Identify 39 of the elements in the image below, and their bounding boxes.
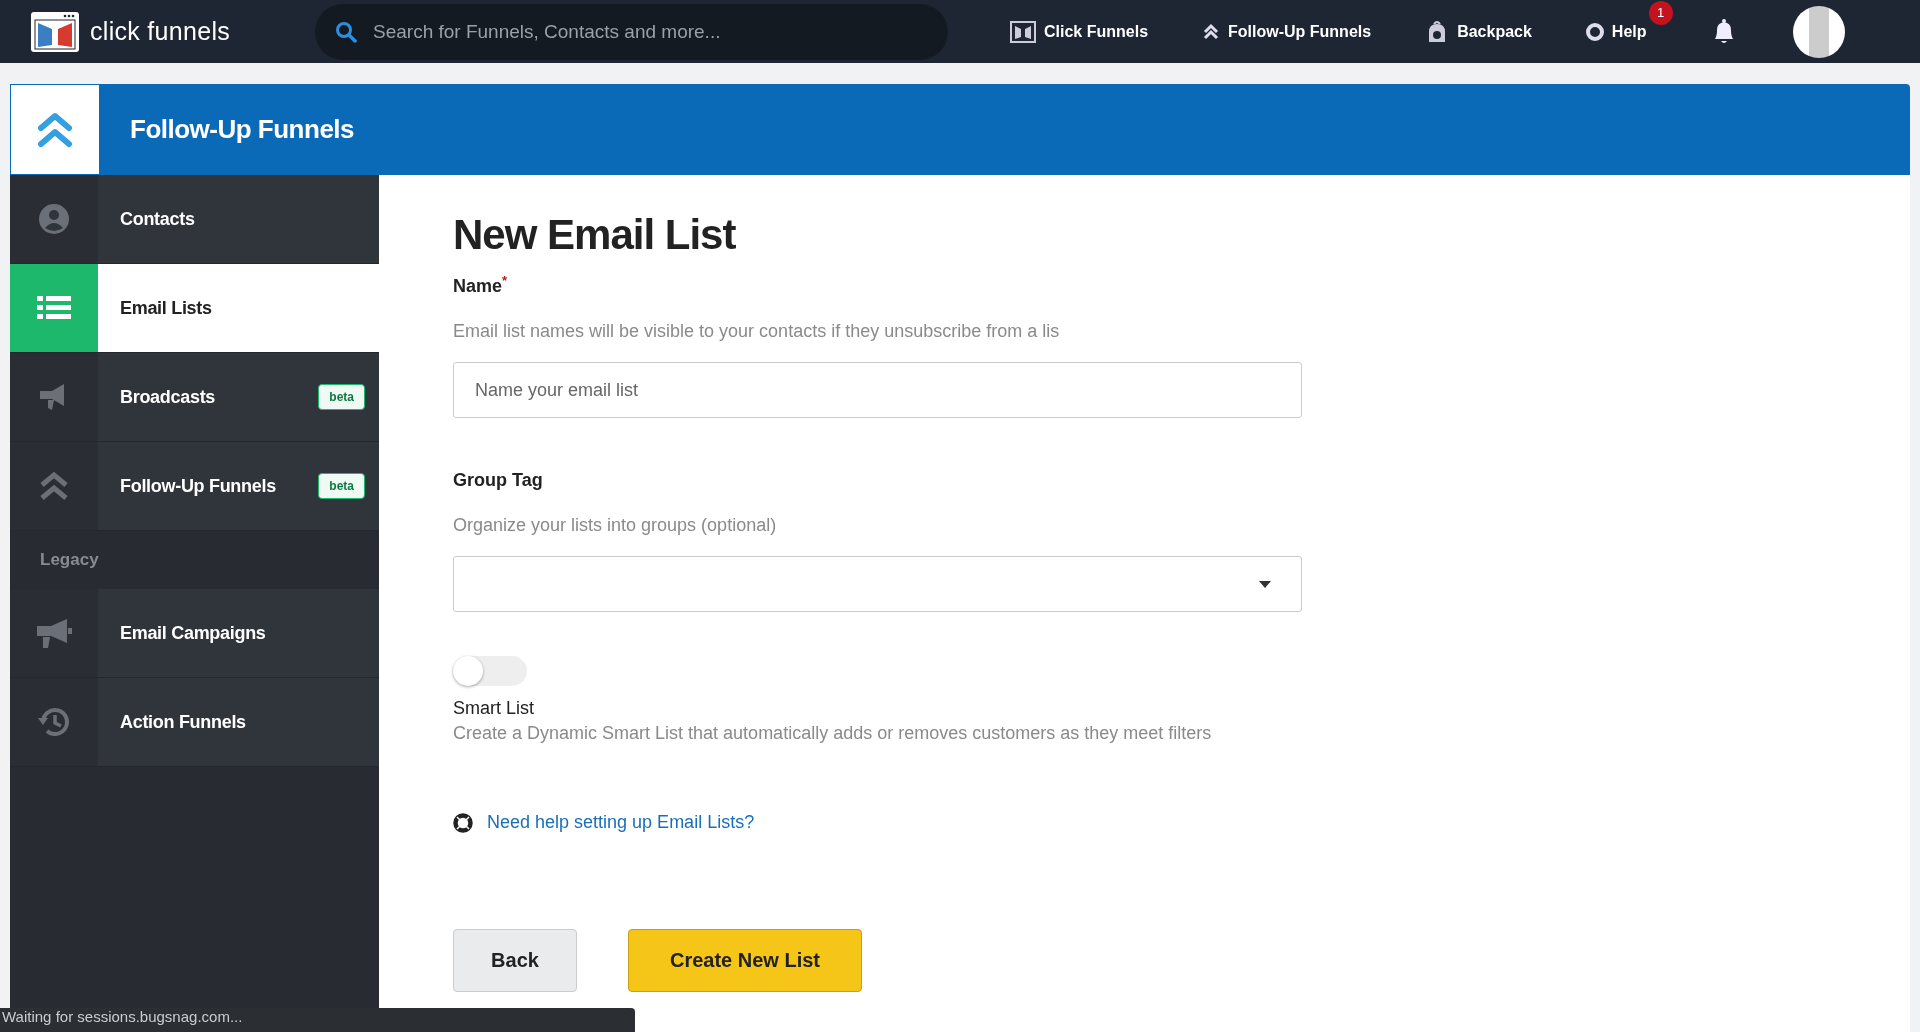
sidebar-item[interactable]: Contacts — [10, 175, 379, 264]
back-button[interactable]: Back — [453, 929, 577, 993]
notification-badge: 1 — [1648, 0, 1673, 25]
search-field[interactable]: Search for Funnels, Contacts and more... — [315, 3, 948, 60]
sidebar-item[interactable]: Action Funnels — [10, 678, 379, 767]
nav-link[interactable]: Follow-Up Funnels — [1202, 22, 1372, 41]
user-icon — [38, 203, 70, 235]
field-label: Group Tag — [453, 470, 543, 491]
chevrons-up-icon — [1202, 22, 1221, 41]
sidebar-section-title: Legacy — [39, 549, 100, 571]
nav-link[interactable]: Help — [1585, 22, 1647, 41]
list-icon — [37, 294, 71, 322]
beta-badge: beta — [318, 473, 365, 499]
megaphone-icon — [35, 617, 73, 649]
toggle-switch[interactable] — [453, 656, 527, 686]
app-title: Follow-Up Funnels — [130, 114, 355, 145]
nav-link[interactable]: Click Funnels — [1010, 20, 1149, 43]
field-label: Name$^{*}$ — [453, 273, 508, 297]
name-input-field[interactable]: Name your email list — [453, 362, 1302, 418]
page-title: New Email List — [453, 211, 736, 259]
history-icon — [37, 705, 71, 739]
sidebar-item[interactable]: Email Campaigns — [10, 589, 379, 678]
logo-text: click funnels — [90, 17, 231, 46]
toggle-label: Smart List — [453, 698, 535, 719]
beta-badge: beta — [318, 384, 365, 410]
logo-icon[interactable] — [30, 10, 80, 53]
chevrons-up-icon — [38, 470, 70, 502]
funnel-logo-icon — [1010, 20, 1036, 43]
status-bar: Waiting for sessions.bugsnag.com... — [0, 1008, 635, 1032]
toggle-description: Create a Dynamic Smart List that automatically adds or removes customers as they meet filters — [453, 722, 1213, 745]
sidebar-item[interactable]: Follow-Up Funnels beta — [10, 442, 379, 531]
field-hint: Organize your lists into groups (optional) — [453, 515, 777, 536]
nav-link[interactable]: Backpack — [1425, 19, 1532, 44]
create-button[interactable]: Create New List — [628, 929, 862, 993]
sidebar-item[interactable]: Email Lists — [10, 264, 379, 353]
caret-icon — [1259, 580, 1271, 588]
field-hint: Email list names will be visible to your contacts if they unsubscribe from a lis — [453, 321, 1060, 342]
help-link[interactable]: Need help setting up Email Lists? — [487, 812, 755, 834]
sidebar-item[interactable]: Broadcasts beta — [10, 353, 379, 442]
